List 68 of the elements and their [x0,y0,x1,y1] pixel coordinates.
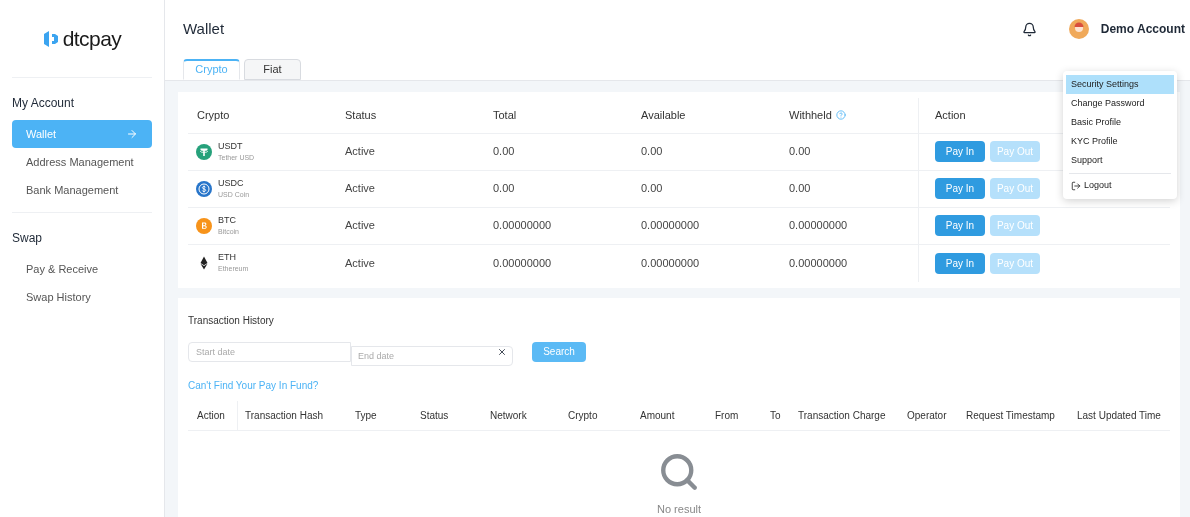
end-date-field[interactable]: End date [351,345,513,366]
status-text: Active [344,255,376,271]
menu-item[interactable]: Security Settings [1066,75,1174,94]
status-text: Active [344,144,376,160]
page-title: Wallet [183,18,225,39]
column-header: Amount [640,408,675,423]
coin-symbol: USDC [218,177,245,189]
withheld-cell-text: 0.00 [788,181,812,197]
column-header: Status [345,107,377,123]
withheld-cell-text: 0.00000000 [788,255,849,271]
total-cell-text: 0.00 [492,181,516,197]
dollar-coin-icon [196,180,212,197]
column-header: Type [355,408,377,423]
bell-icon[interactable] [1021,21,1037,37]
column-header: To [770,408,781,423]
logo-text: dtcpay [62,25,122,52]
column-header: Available [641,107,686,123]
total-cell-text: 0.00 [492,144,516,160]
sidebar-item[interactable]: Pay & Receive [12,255,152,283]
total-cell-text: 0.00000000 [492,255,553,271]
column-header: Action [935,107,966,123]
coin-symbol: USDT [218,140,244,152]
available-cell-text: 0.00 [640,181,664,197]
menu-item[interactable]: Change Password [1066,94,1174,113]
start-date-field[interactable]: Start date [188,341,351,362]
logo-icon [42,29,59,48]
column-header: Network [490,408,527,423]
column-header: Crypto [568,408,598,423]
column-header: Last Updated Time [1077,408,1161,423]
status-text: Active [344,181,376,197]
column-header: Withheld [789,107,832,123]
total-cell-text: 0.00000000 [492,218,553,234]
logout-menu-item[interactable]: Logout [1069,177,1171,195]
menu-item[interactable]: Support [1066,151,1174,170]
sidebar-item[interactable]: Bank Management [12,176,152,204]
arrow-right-icon [126,128,138,140]
section-heading: Swap [12,230,44,247]
empty-message: No result [657,501,701,517]
column-header: Transaction Charge [798,408,886,423]
withheld-cell-text: 0.00000000 [788,218,849,234]
available-cell-text: 0.00000000 [640,255,701,271]
available-cell-text: 0.00000000 [640,218,701,234]
column-header: From [715,408,739,423]
column-header: Crypto [197,107,230,123]
section-title: Transaction History [188,313,274,328]
column-header: Total [493,107,517,123]
status-text: Active [344,218,376,234]
section-heading: My Account [12,95,76,112]
withheld-cell-text: 0.00 [788,144,812,160]
column-header: Status [420,408,449,423]
menu-item[interactable]: KYC Profile [1066,132,1174,151]
column-header: Action [197,408,225,423]
account-name[interactable]: Demo Account [1100,20,1185,38]
coin-symbol: BTC [218,214,237,226]
column-header: Request Timestamp [966,408,1055,423]
avatar-icon[interactable] [1068,19,1089,39]
tab[interactable]: Fiat [244,58,301,80]
clear-icon[interactable] [497,346,507,357]
sidebar-item[interactable]: Address Management [12,148,152,176]
logout-icon [1071,181,1081,191]
sidebar-item[interactable]: Swap History [12,283,152,311]
column-header: Transaction Hash [245,408,323,423]
coin-symbol: ETH [218,252,237,263]
tether-coin-icon [196,143,212,160]
column-header: Operator [907,408,947,423]
menu-item[interactable]: Basic Profile [1066,113,1174,132]
bitcoin-coin-icon [196,217,212,234]
available-cell-text: 0.00 [640,144,664,160]
